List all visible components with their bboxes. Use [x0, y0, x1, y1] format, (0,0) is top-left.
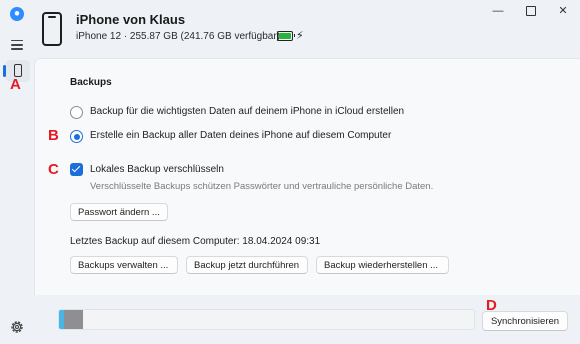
maximize-icon — [526, 6, 536, 17]
minimize-button[interactable]: — — [485, 2, 511, 20]
manage-backups-button[interactable]: Backups verwalten ... — [70, 256, 178, 274]
battery-icon — [277, 31, 295, 41]
annotation-d: D — [486, 297, 497, 314]
annotation-b: B — [48, 127, 59, 144]
close-button[interactable]: ✕ — [550, 2, 576, 20]
last-backup-text: Letztes Backup auf diesem Computer: 18.0… — [70, 236, 321, 247]
charging-bolt-icon: ⚡︎ — [296, 30, 304, 42]
computer-backup-label[interactable]: Erstelle ein Backup aller Daten deines i… — [90, 130, 391, 141]
app-logo-icon — [10, 7, 24, 21]
icloud-backup-radio[interactable] — [70, 106, 83, 119]
encrypt-backup-checkbox[interactable] — [70, 163, 83, 176]
selection-indicator — [3, 65, 6, 77]
restore-backup-button[interactable]: Backup wiederherstellen ... — [316, 256, 449, 274]
storage-segment — [64, 310, 83, 329]
sync-button[interactable]: Synchronisieren — [482, 311, 568, 331]
encrypt-backup-label[interactable]: Lokales Backup verschlüsseln — [90, 164, 224, 175]
device-storage-info: iPhone 12 · 255.87 GB (241.76 GB verfügb… — [76, 31, 281, 42]
backup-now-button[interactable]: Backup jetzt durchführen — [186, 256, 308, 274]
section-title: Backups — [70, 77, 112, 88]
storage-usage-bar — [58, 309, 475, 330]
close-icon: ✕ — [558, 5, 568, 17]
device-name: iPhone von Klaus — [76, 12, 186, 27]
app-window: iPhone von Klaus iPhone 12 · 255.87 GB (… — [0, 0, 580, 344]
icloud-backup-label[interactable]: Backup für die wichtigsten Daten auf dei… — [90, 106, 404, 117]
menu-icon[interactable] — [11, 40, 23, 50]
computer-backup-radio[interactable] — [70, 130, 83, 143]
annotation-c: C — [48, 161, 59, 178]
change-password-button[interactable]: Passwort ändern ... — [70, 203, 168, 221]
device-phone-icon — [42, 12, 62, 46]
navigation-rail — [0, 0, 34, 344]
maximize-button[interactable] — [518, 2, 544, 20]
gear-icon[interactable] — [9, 319, 25, 335]
annotation-a: A — [10, 76, 21, 93]
minimize-icon: — — [492, 5, 504, 17]
encrypt-backup-hint: Verschlüsselte Backups schützen Passwört… — [90, 181, 434, 192]
